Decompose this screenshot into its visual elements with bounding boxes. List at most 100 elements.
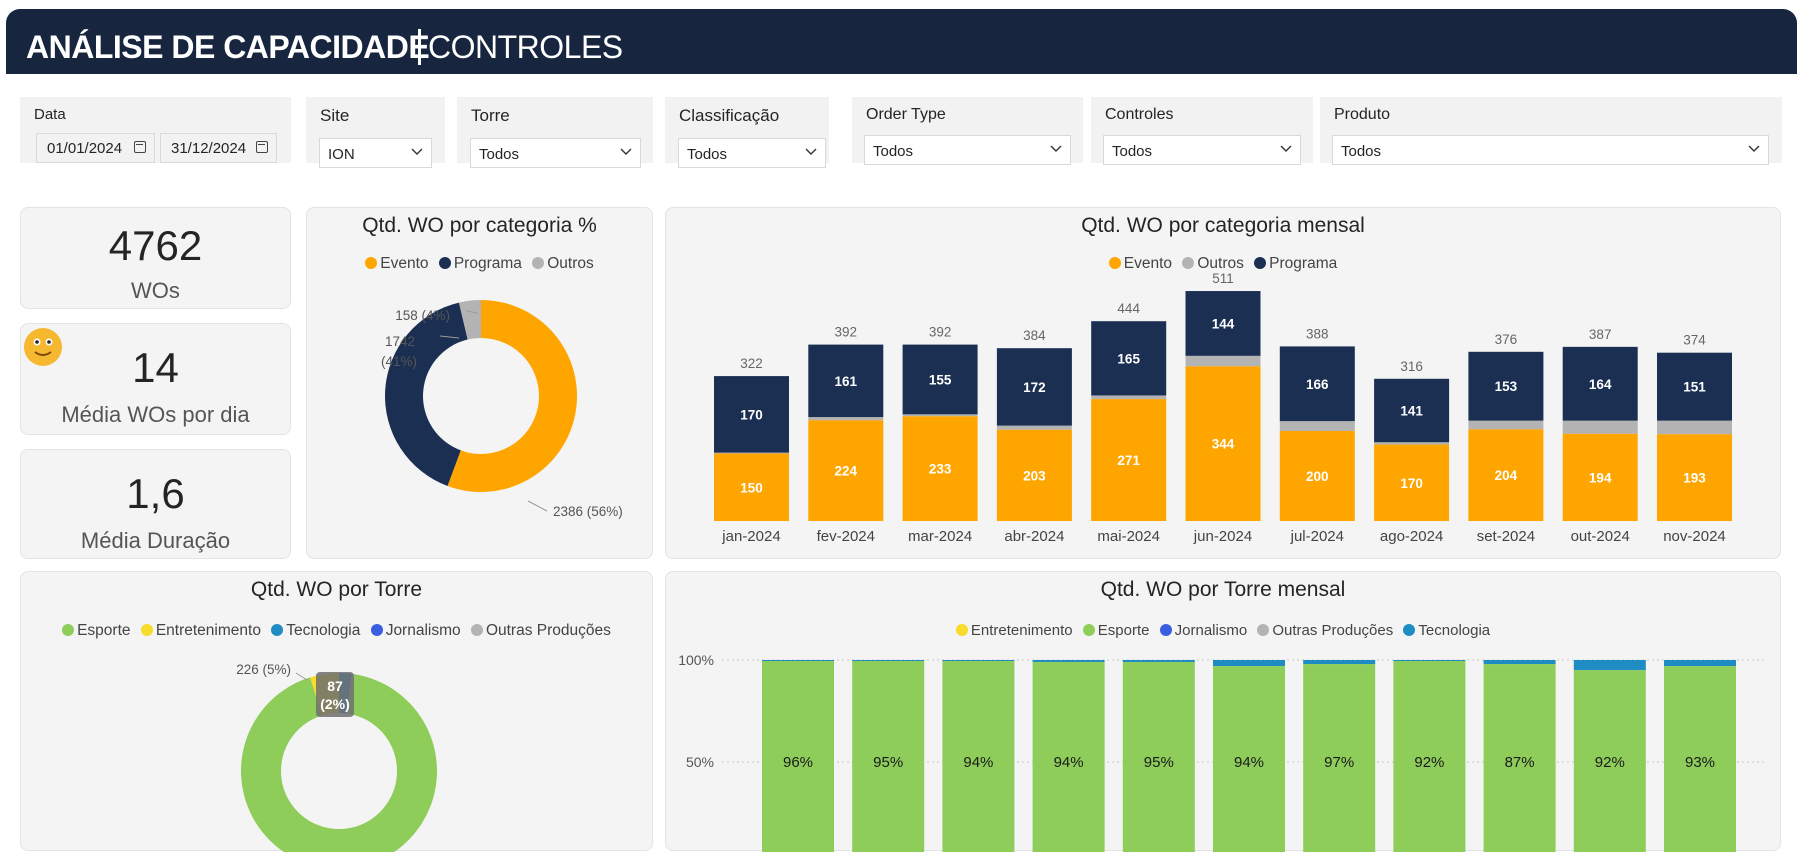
x-axis-tick-label: jan-2024: [721, 528, 780, 545]
x-axis-tick-label: mar-2024: [908, 528, 972, 545]
donut-chart: 158 (4%) 1742 (41%) 2386 (56%): [381, 300, 623, 519]
bar-data-label: 92%: [1414, 754, 1444, 771]
bar-total-label: 511: [1212, 271, 1234, 286]
site-dropdown-value: ION: [328, 146, 355, 163]
bar-total-label: 392: [835, 325, 858, 340]
bar-segment-tecnologia[interactable]: [1573, 660, 1646, 671]
bar-total-label: 387: [1589, 327, 1612, 342]
bar-segment-tecnologia[interactable]: [852, 660, 925, 662]
bar-segment-tecnologia[interactable]: [762, 660, 834, 662]
bar-data-label: 203: [1023, 468, 1046, 483]
bar-segment-tecnologia[interactable]: [1664, 660, 1736, 667]
start-date-value: 01/01/2024: [47, 140, 123, 157]
bar-data-label: 144: [1212, 316, 1235, 331]
bar-segment-outros[interactable]: [902, 414, 978, 417]
bar-segment-tecnologia[interactable]: [1122, 660, 1195, 663]
order-type-filter: Order Type Todos: [852, 97, 1083, 165]
chevron-down-icon: [411, 148, 423, 155]
produto-dropdown-value: Todos: [1341, 143, 1382, 160]
order-type-filter-label: Order Type: [866, 106, 946, 123]
bar-data-label: 193: [1683, 471, 1706, 486]
page-header: ANÁLISE DE CAPACIDADE CONTROLES: [6, 9, 1797, 74]
start-date-input[interactable]: 01/01/2024: [36, 133, 155, 163]
x-axis-tick-label: jul-2024: [1290, 528, 1344, 545]
donut-slice-programa[interactable]: [385, 302, 468, 486]
controles-dropdown[interactable]: Todos: [1103, 135, 1301, 165]
site-dropdown[interactable]: ION: [319, 138, 432, 168]
site-filter-label: Site: [320, 106, 350, 125]
bar-total-label: 316: [1400, 359, 1423, 374]
classificacao-dropdown[interactable]: Todos: [678, 138, 826, 168]
slice-label-evento: 2386 (56%): [553, 504, 623, 519]
bar-data-label: 200: [1306, 469, 1329, 484]
bar-total-label: 392: [929, 325, 952, 340]
bar-data-label: 95%: [1144, 754, 1174, 771]
bar-segment-outros[interactable]: [996, 425, 1072, 430]
chevron-down-icon: [1050, 145, 1062, 152]
bar-segment-tecnologia[interactable]: [1483, 660, 1556, 665]
x-axis-tick-label: fev-2024: [817, 528, 875, 545]
bar-segment-tecnologia[interactable]: [1393, 660, 1466, 662]
end-date-value: 31/12/2024: [171, 140, 247, 157]
bar-segment-tecnologia[interactable]: [1032, 660, 1105, 663]
slice-label-programa-pct: (41%): [381, 354, 417, 369]
bar-total-label: 376: [1495, 332, 1518, 347]
slice-label-tecnologia-value: 87: [327, 678, 343, 694]
slice-label-tecnologia-pct: (2%): [320, 696, 350, 712]
bar-segment-outros[interactable]: [1091, 395, 1167, 400]
bar-data-label: 150: [740, 480, 763, 495]
x-axis-tick-label: set-2024: [1477, 528, 1535, 545]
bar-data-label: 165: [1117, 351, 1140, 366]
calendar-icon[interactable]: [256, 141, 268, 153]
bar-total-label: 322: [740, 356, 763, 371]
controles-filter-label: Controles: [1105, 106, 1174, 123]
kpi-value: 4762: [108, 222, 203, 269]
percent-bar-chart: 100% 50% 96% 95% 94% 94% 95% 94% 97% 92% 87% 92% 93%: [678, 652, 1766, 852]
stacked-bar-chart: 150 170 322 jan-2024 224 161 392 fev-2024 233 155…: [714, 271, 1732, 545]
bar-total-label: 374: [1683, 333, 1706, 348]
calendar-icon[interactable]: [134, 141, 146, 153]
end-date-input[interactable]: 31/12/2024: [160, 133, 277, 163]
bar-segment-outros[interactable]: [714, 452, 789, 454]
chart-card-categoria-pct: Qtd. WO por categoria % Evento Programa …: [306, 207, 653, 559]
page-subtitle: CONTROLES: [428, 29, 623, 65]
torre-dropdown-value: Todos: [479, 146, 520, 163]
date-filter-label: Data: [34, 106, 66, 123]
x-axis-tick-label: ago-2024: [1380, 528, 1443, 545]
produto-dropdown[interactable]: Todos: [1332, 135, 1769, 165]
bar-segment-outros[interactable]: [1468, 420, 1544, 430]
bar-data-label: 233: [929, 462, 952, 477]
bar-segment-outros[interactable]: [1374, 442, 1450, 445]
bar-segment-outros[interactable]: [1185, 355, 1261, 367]
torre-filter-label: Torre: [471, 106, 510, 125]
bar-data-label: 94%: [1054, 754, 1084, 771]
kpi-label: WOs: [131, 278, 180, 303]
bar-segment-tecnologia[interactable]: [1213, 660, 1285, 667]
bar-data-label: 164: [1589, 377, 1612, 392]
bar-segment-outros[interactable]: [1279, 421, 1355, 431]
x-axis-tick-label: abr-2024: [1004, 528, 1064, 545]
slice-label-outros: 158 (4%): [395, 308, 450, 323]
x-axis-tick-label: mai-2024: [1097, 528, 1160, 545]
bar-data-label: 153: [1495, 379, 1518, 394]
kpi-value: 1,6: [126, 470, 185, 517]
chart-card-torre: Qtd. WO por Torre Esporte Entretenimento…: [20, 571, 653, 852]
bar-total-label: 388: [1306, 326, 1329, 341]
bar-data-label: 93%: [1685, 754, 1715, 771]
bar-data-label: 95%: [873, 754, 903, 771]
bar-total-label: 444: [1117, 301, 1140, 316]
bar-segment-outros[interactable]: [1657, 420, 1732, 435]
y-axis-tick-label: 100%: [678, 652, 714, 668]
produto-filter-label: Produto: [1334, 106, 1391, 123]
order-type-dropdown[interactable]: Todos: [864, 135, 1071, 165]
bar-segment-tecnologia[interactable]: [942, 660, 1015, 662]
torre-dropdown[interactable]: Todos: [470, 138, 641, 168]
bar-data-label: 94%: [1234, 754, 1264, 771]
x-axis-tick-label: nov-2024: [1663, 528, 1726, 545]
smiley-face-icon: [24, 328, 62, 366]
bar-data-label: 166: [1306, 377, 1329, 392]
bar-segment-outros[interactable]: [808, 417, 884, 421]
bar-segment-tecnologia[interactable]: [1303, 660, 1376, 665]
bar-segment-outros[interactable]: [1562, 420, 1638, 434]
bar-data-label: 92%: [1595, 754, 1625, 771]
